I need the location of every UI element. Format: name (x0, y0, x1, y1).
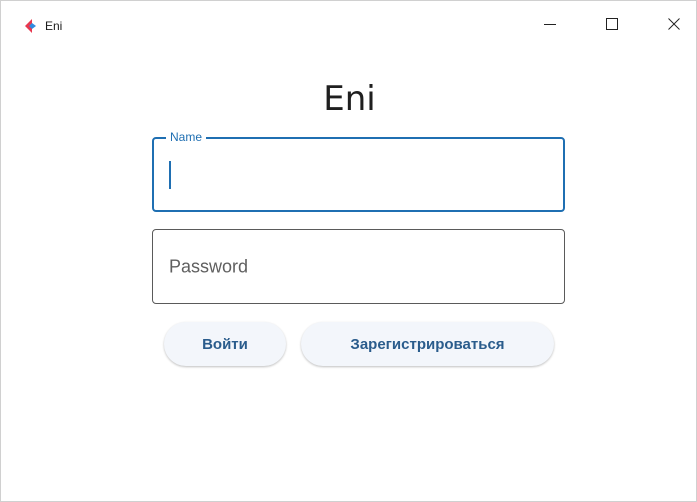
register-button[interactable]: Зарегистрироваться (301, 322, 554, 366)
title-bar[interactable]: Eni (1, 1, 696, 37)
close-icon (668, 17, 680, 35)
page-title: Eni (323, 79, 376, 119)
name-field-label: Name (166, 130, 207, 144)
login-button[interactable]: Войти (164, 322, 286, 366)
maximize-button[interactable] (589, 1, 635, 51)
text-caret (169, 161, 171, 189)
app-window: Eni Eni Name Password Войти Зарегистриро… (0, 0, 697, 502)
minimize-button[interactable] (527, 1, 573, 51)
minimize-icon (544, 17, 556, 35)
eni-app-icon (23, 18, 39, 34)
name-field[interactable]: Name (152, 130, 565, 212)
password-field[interactable]: Password (152, 229, 565, 304)
close-button[interactable] (651, 1, 697, 51)
maximize-icon (606, 17, 618, 35)
window-title: Eni (45, 19, 63, 33)
password-placeholder: Password (169, 256, 249, 276)
